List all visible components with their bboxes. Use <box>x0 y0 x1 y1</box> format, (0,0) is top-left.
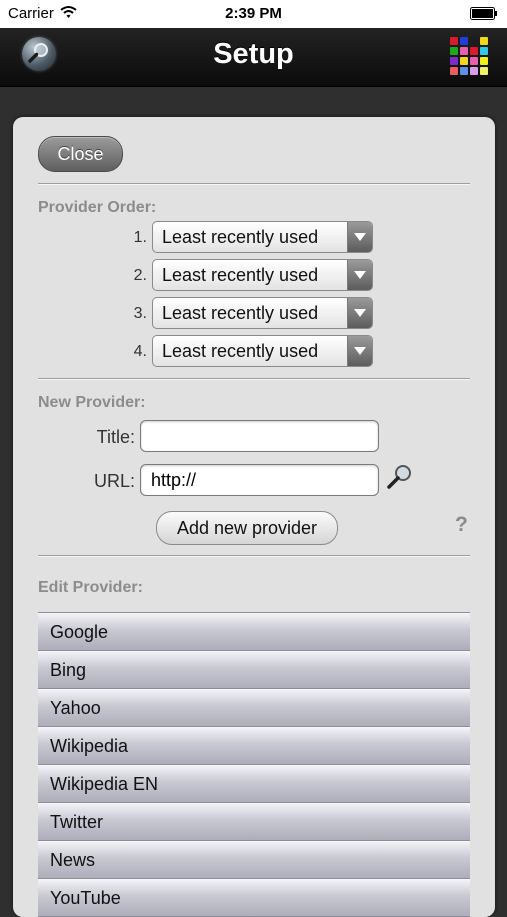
list-item-label: Wikipedia <box>50 736 129 756</box>
list-item-label: Wikipedia EN <box>50 774 159 794</box>
list-item-wikipedia-en[interactable]: Wikipedia EN <box>38 765 470 803</box>
provider-order-label: Provider Order: <box>38 199 157 216</box>
color-grid-cell <box>450 47 458 55</box>
edit-provider-label: Edit Provider: <box>38 579 143 596</box>
list-item-google[interactable]: Google <box>38 613 470 651</box>
order-select-value: Least recently used <box>162 265 319 285</box>
list-item-bing[interactable]: Bing <box>38 651 470 689</box>
dropdown-arrow-icon <box>347 222 372 252</box>
title-field-label: Title: <box>96 427 135 447</box>
divider <box>38 555 470 557</box>
title-input[interactable] <box>140 420 379 452</box>
list-item-news[interactable]: News <box>38 841 470 879</box>
url-input[interactable] <box>140 464 379 496</box>
order-number: 2. <box>133 267 147 284</box>
color-grid-cell <box>480 37 488 45</box>
status-bar: Carrier 2:39 PM <box>0 0 507 28</box>
color-grid-cell <box>450 57 458 65</box>
setup-panel: Close Provider Order: 1. Least recently … <box>13 117 495 917</box>
order-number: 1. <box>133 229 147 246</box>
list-item-label: News <box>50 850 96 870</box>
list-item-label: Google <box>50 622 109 642</box>
color-grid-cell <box>470 47 478 55</box>
color-grid-cell <box>460 47 468 55</box>
color-grid-icon[interactable] <box>450 37 488 75</box>
list-item-label: YouTube <box>50 888 121 908</box>
provider-list: Google Bing Yahoo Wikipedia Wikipedia EN… <box>38 612 470 917</box>
order-select-1[interactable]: Least recently used <box>152 221 373 253</box>
list-item-label: Yahoo <box>50 698 101 718</box>
color-grid-cell <box>460 67 468 75</box>
list-item-yahoo[interactable]: Yahoo <box>38 689 470 727</box>
list-item-twitter[interactable]: Twitter <box>38 803 470 841</box>
order-select-4[interactable]: Least recently used <box>152 335 373 367</box>
color-grid-cell <box>450 67 458 75</box>
color-grid-cell <box>480 67 488 75</box>
order-select-value: Least recently used <box>162 341 319 361</box>
list-item-label: Twitter <box>50 812 104 832</box>
add-provider-button[interactable]: Add new provider <box>156 511 338 545</box>
order-number: 4. <box>133 343 147 360</box>
order-select-2[interactable]: Least recently used <box>152 259 373 291</box>
color-grid-cell <box>470 67 478 75</box>
color-grid-cell <box>480 47 488 55</box>
page-title: Setup <box>213 38 294 70</box>
order-select-value: Least recently used <box>162 303 319 323</box>
order-select-value: Least recently used <box>162 227 319 247</box>
url-field-label: URL: <box>93 471 135 491</box>
divider <box>38 183 470 185</box>
color-grid-cell <box>470 37 478 45</box>
nav-bar: Setup <box>0 28 507 87</box>
help-icon[interactable]: ? <box>455 513 468 537</box>
dropdown-arrow-icon <box>347 336 372 366</box>
order-select-3[interactable]: Least recently used <box>152 297 373 329</box>
dropdown-arrow-icon <box>347 298 372 328</box>
color-grid-cell <box>480 57 488 65</box>
color-grid-cell <box>460 57 468 65</box>
color-grid-cell <box>460 37 468 45</box>
close-button[interactable]: Close <box>38 136 123 172</box>
divider <box>38 378 470 380</box>
battery-icon <box>470 7 497 20</box>
search-icon[interactable] <box>385 462 415 492</box>
status-time: 2:39 PM <box>225 5 282 22</box>
list-item-label: Bing <box>50 660 87 680</box>
new-provider-label: New Provider: <box>38 394 146 411</box>
list-item-wikipedia[interactable]: Wikipedia <box>38 727 470 765</box>
color-grid-cell <box>470 57 478 65</box>
order-number: 3. <box>133 305 147 322</box>
color-grid-cell <box>450 37 458 45</box>
list-item-youtube[interactable]: YouTube <box>38 879 470 917</box>
dropdown-arrow-icon <box>347 260 372 290</box>
